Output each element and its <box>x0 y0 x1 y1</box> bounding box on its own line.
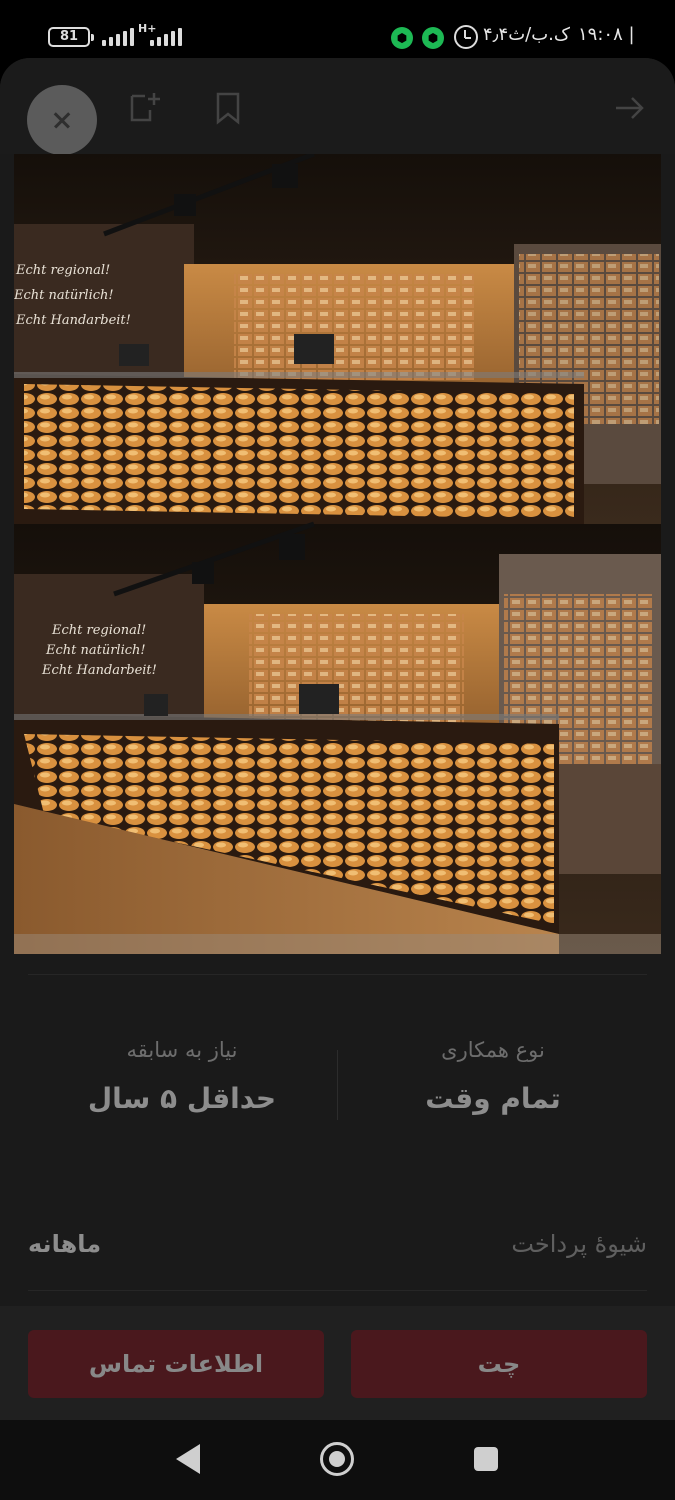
cooperation-label: نوع همکاری <box>441 1038 545 1062</box>
experience-value: حداقل ۵ سال <box>87 1082 277 1115</box>
note-add-icon[interactable] <box>127 90 163 126</box>
app-notification-icon-2: ⬢ <box>422 27 444 49</box>
toolbar <box>0 58 675 155</box>
job-photo: Echt regional! Echt natürlich! Echt Hand… <box>14 154 661 954</box>
experience-required: نیاز به سابقه حداقل ۵ سال <box>62 1038 302 1115</box>
job-detail-sheet: Echt regional! Echt natürlich! Echt Hand… <box>0 58 675 1420</box>
close-button[interactable] <box>27 85 97 155</box>
alarm-icon <box>454 25 478 49</box>
wall-text-1: Echt regional! <box>15 263 110 278</box>
cooperation-value: تمام وقت <box>425 1082 561 1115</box>
clock: ۱۹:۰۸ | <box>578 24 635 45</box>
chat-button[interactable]: چت <box>351 1330 647 1398</box>
battery-level: 81 <box>59 29 79 44</box>
signal-icon <box>102 28 134 46</box>
network-speed: ۴٫۴ک.ب/ث <box>483 24 570 45</box>
payment-method-label: شیوهٔ پرداخت <box>511 1230 647 1258</box>
wall-text-3: Echt Handarbeit! <box>15 313 131 328</box>
recents-icon[interactable] <box>474 1447 498 1471</box>
action-bar: اطلاعات تماس چت <box>0 1306 675 1420</box>
experience-label: نیاز به سابقه <box>126 1038 238 1062</box>
app-notification-icon: ⬢ <box>391 27 413 49</box>
arrow-forward-icon[interactable] <box>612 90 648 126</box>
wall-text-2: Echt natürlich! <box>14 288 114 303</box>
divider <box>28 974 647 975</box>
column-divider <box>337 1050 338 1120</box>
back-icon[interactable] <box>176 1444 200 1474</box>
home-icon[interactable] <box>320 1442 354 1476</box>
bookmark-icon[interactable] <box>210 90 246 126</box>
battery-icon: 81 <box>48 27 94 47</box>
wall-text-6: Echt Handarbeit! <box>41 663 157 678</box>
contact-info-button[interactable]: اطلاعات تماس <box>28 1330 324 1398</box>
wall-text-5: Echt natürlich! <box>45 643 146 658</box>
wall-text-4: Echt regional! <box>51 623 146 638</box>
signal-icon-2 <box>150 28 182 46</box>
cooperation-type: نوع همکاری تمام وقت <box>373 1038 613 1115</box>
bakery-photo-image: Echt regional! Echt natürlich! Echt Hand… <box>14 154 661 954</box>
divider-2 <box>28 1290 647 1291</box>
payment-method-value: ماهانه <box>28 1230 102 1258</box>
system-nav-bar <box>0 1420 675 1500</box>
